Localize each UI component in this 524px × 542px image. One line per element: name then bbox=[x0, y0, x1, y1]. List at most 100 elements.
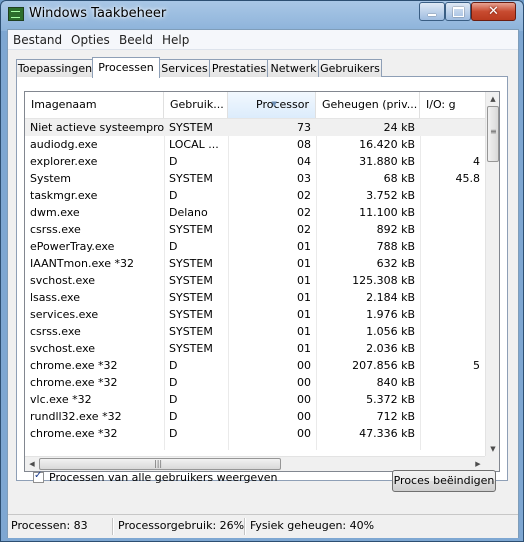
maximize-button[interactable] bbox=[445, 2, 471, 21]
table-row[interactable]: svchost.exe SYSTEM 01 2.036 kB bbox=[25, 340, 485, 357]
close-button[interactable]: ✕ bbox=[471, 2, 516, 21]
image-name-cell: rundll32.exe *32 bbox=[30, 410, 122, 423]
cpu-cell: 00 bbox=[297, 393, 311, 406]
minimize-icon bbox=[428, 13, 436, 16]
table-row[interactable]: explorer.exe D 04 31.880 kB 4 bbox=[25, 153, 485, 170]
cpu-cell: 04 bbox=[297, 155, 311, 168]
memory-cell: 68 kB bbox=[383, 172, 415, 185]
column-geheugen[interactable]: Geheugen (priv... bbox=[316, 92, 420, 118]
image-name-cell: IAANTmon.exe *32 bbox=[30, 257, 134, 270]
task-manager-icon bbox=[8, 7, 24, 21]
grip-icon: ||| bbox=[154, 459, 163, 468]
column-processor-label: Processor bbox=[256, 98, 309, 111]
memory-cell: 24 kB bbox=[383, 121, 415, 134]
cpu-cell: 01 bbox=[297, 291, 311, 304]
user-cell: SYSTEM bbox=[169, 223, 213, 236]
tab-processen[interactable]: Processen bbox=[92, 57, 160, 78]
table-row[interactable]: ePowerTray.exe D 01 788 kB bbox=[25, 238, 485, 255]
table-row[interactable]: svchost.exe SYSTEM 01 125.308 kB bbox=[25, 272, 485, 289]
scroll-down-icon[interactable]: ▼ bbox=[486, 442, 499, 456]
memory-cell: 788 kB bbox=[376, 240, 415, 253]
image-name-cell: ePowerTray.exe bbox=[30, 240, 115, 253]
image-name-cell: vlc.exe *32 bbox=[30, 393, 92, 406]
io-cell bbox=[420, 221, 485, 238]
table-row[interactable]: services.exe SYSTEM 01 1.976 kB bbox=[25, 306, 485, 323]
table-row[interactable]: audiodg.exe LOCAL ... 08 16.420 kB bbox=[25, 136, 485, 153]
user-cell: SYSTEM bbox=[169, 172, 213, 185]
menu-help[interactable]: Help bbox=[162, 33, 189, 47]
image-name-cell: chrome.exe *32 bbox=[30, 359, 118, 372]
cpu-cell: 01 bbox=[297, 274, 311, 287]
show-all-users-checkbox[interactable] bbox=[33, 470, 44, 483]
user-cell: Delano bbox=[169, 206, 208, 219]
image-name-cell: audiodg.exe bbox=[30, 138, 98, 151]
status-divider bbox=[244, 518, 245, 535]
tab-prestaties[interactable]: Prestaties bbox=[209, 59, 269, 77]
user-cell: SYSTEM bbox=[169, 274, 213, 287]
io-cell bbox=[420, 204, 485, 221]
show-all-users-option[interactable]: Processen van alle gebruikers weergeven bbox=[33, 469, 277, 485]
menu-beeld[interactable]: Beeld bbox=[119, 33, 153, 47]
menu-bestand[interactable]: Bestand bbox=[13, 33, 62, 47]
table-row[interactable]: chrome.exe *32 D 00 207.856 kB 5 bbox=[25, 357, 485, 374]
tab-services[interactable]: Services bbox=[158, 59, 211, 77]
cpu-cell: 08 bbox=[297, 138, 311, 151]
title-bar[interactable]: Windows Taakbeheer ✕ bbox=[1, 1, 523, 29]
table-row[interactable]: taskmgr.exe D 02 3.752 kB bbox=[25, 187, 485, 204]
scroll-right-icon[interactable]: ▶ bbox=[471, 457, 485, 471]
column-imagenaam[interactable]: Imagenaam bbox=[25, 92, 164, 118]
memory-cell: 31.880 kB bbox=[359, 155, 415, 168]
process-rows: Niet actieve systeempro... SYSTEM 73 24 kB a… bbox=[25, 119, 485, 442]
table-row[interactable]: chrome.exe *32 D 00 840 kB bbox=[25, 374, 485, 391]
user-cell: SYSTEM bbox=[169, 291, 213, 304]
table-row[interactable]: csrss.exe SYSTEM 02 892 kB bbox=[25, 221, 485, 238]
user-cell: D bbox=[169, 359, 178, 372]
tab-netwerk[interactable]: Netwerk bbox=[267, 59, 320, 77]
image-name-cell: services.exe bbox=[30, 308, 99, 321]
minimize-button[interactable] bbox=[419, 2, 445, 21]
cpu-cell: 01 bbox=[297, 308, 311, 321]
io-cell bbox=[420, 289, 485, 306]
image-name-cell: csrss.exe bbox=[30, 223, 81, 236]
user-cell: D bbox=[169, 189, 178, 202]
memory-cell: 2.036 kB bbox=[366, 342, 415, 355]
memory-cell: 16.420 kB bbox=[359, 138, 415, 151]
table-row[interactable]: lsass.exe SYSTEM 01 2.184 kB bbox=[25, 289, 485, 306]
memory-cell: 3.752 kB bbox=[366, 189, 415, 202]
window-title: Windows Taakbeheer bbox=[29, 6, 167, 21]
status-bar: Processen: 83 Processorgebruik: 26% Fysi… bbox=[8, 514, 518, 538]
table-row[interactable]: System SYSTEM 03 68 kB 45.8 bbox=[25, 170, 485, 187]
cpu-cell: 01 bbox=[297, 342, 311, 355]
io-cell bbox=[420, 340, 485, 357]
menu-bar: Bestand Opties Beeld Help bbox=[8, 30, 518, 50]
tab-toepassingen[interactable]: Toepassingen bbox=[16, 59, 94, 77]
end-process-button[interactable]: Proces beëindigen bbox=[392, 470, 496, 492]
image-name-cell: csrss.exe bbox=[30, 325, 81, 338]
memory-cell: 47.336 kB bbox=[359, 427, 415, 440]
scroll-up-icon[interactable]: ▲ bbox=[486, 92, 499, 106]
table-row[interactable]: chrome.exe *32 D 00 47.336 kB bbox=[25, 425, 485, 442]
table-row[interactable]: vlc.exe *32 D 00 5.372 kB bbox=[25, 391, 485, 408]
io-cell: 45.8 bbox=[455, 172, 481, 185]
user-cell: D bbox=[169, 240, 178, 253]
process-list[interactable]: Imagenaam Gebruik... ▼ Processor Geheuge… bbox=[24, 91, 500, 472]
table-row[interactable]: rundll32.exe *32 D 00 712 kB bbox=[25, 408, 485, 425]
column-gebruiker[interactable]: Gebruik... bbox=[164, 92, 228, 118]
table-row[interactable]: IAANTmon.exe *32 SYSTEM 01 632 kB bbox=[25, 255, 485, 272]
column-io[interactable]: I/O: g bbox=[420, 92, 485, 118]
cpu-cell: 00 bbox=[297, 376, 311, 389]
menu-opties[interactable]: Opties bbox=[71, 33, 110, 47]
image-name-cell: explorer.exe bbox=[30, 155, 98, 168]
image-name-cell: chrome.exe *32 bbox=[30, 427, 118, 440]
cpu-cell: 01 bbox=[297, 257, 311, 270]
table-row[interactable]: Niet actieve systeempro... SYSTEM 73 24 kB bbox=[25, 119, 485, 136]
column-processor[interactable]: ▼ Processor bbox=[228, 92, 316, 118]
table-row[interactable]: dwm.exe Delano 02 11.100 kB bbox=[25, 204, 485, 221]
memory-cell: 2.184 kB bbox=[366, 291, 415, 304]
table-row[interactable]: csrss.exe SYSTEM 01 1.056 kB bbox=[25, 323, 485, 340]
io-cell bbox=[420, 425, 485, 442]
tab-gebruikers[interactable]: Gebruikers bbox=[318, 59, 382, 77]
vertical-scroll-thumb[interactable]: ≡ bbox=[487, 106, 499, 162]
memory-cell: 125.308 kB bbox=[352, 274, 415, 287]
vertical-scrollbar[interactable]: ▲ ≡ ▼ bbox=[485, 92, 499, 456]
